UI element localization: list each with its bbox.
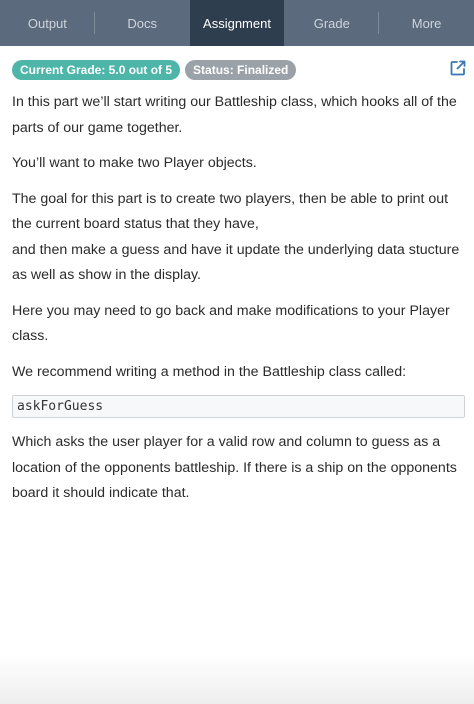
external-link-icon[interactable] bbox=[449, 59, 467, 77]
tab-assignment[interactable]: Assignment bbox=[189, 0, 285, 46]
status-badge: Status: Finalized bbox=[185, 60, 297, 80]
tab-output-label: Output bbox=[27, 15, 67, 31]
paragraph-goal: The goal for this part is to create two … bbox=[12, 187, 467, 289]
tab-grade-label: Grade bbox=[313, 15, 350, 31]
paragraph-intro: In this part we’ll start writing our Bat… bbox=[12, 94, 457, 136]
tab-grade[interactable]: Grade bbox=[284, 0, 380, 46]
assignment-page: Output Docs Assignment Grade More Curren… bbox=[0, 0, 474, 704]
tab-more-label: More bbox=[411, 15, 442, 31]
goal-line-1: The goal for this part is to create two … bbox=[12, 190, 449, 233]
tab-assignment-label: Assignment bbox=[203, 15, 271, 31]
tab-docs[interactable]: Docs bbox=[95, 0, 190, 46]
badge-row: Current Grade: 5.0 out of 5 Status: Fina… bbox=[12, 60, 297, 80]
code-snippet: askForGuess bbox=[12, 395, 465, 418]
tab-output[interactable]: Output bbox=[0, 0, 95, 46]
tab-docs-label: Docs bbox=[127, 15, 157, 31]
tab-more[interactable]: More bbox=[379, 0, 474, 46]
assignment-content: In this part we’ll start writing our Bat… bbox=[12, 90, 467, 517]
paragraph-recommend: We recommend writing a method in the Bat… bbox=[12, 363, 407, 380]
bottom-fade bbox=[0, 654, 474, 704]
grade-badge: Current Grade: 5.0 out of 5 bbox=[12, 60, 181, 80]
goal-line-2: and then make a guess and have it update… bbox=[12, 241, 460, 284]
paragraph-ask-for-guess: Which asks the user player for a valid r… bbox=[12, 434, 457, 501]
paragraph-players: You’ll want to make two Player objects. bbox=[12, 155, 257, 171]
tab-bar: Output Docs Assignment Grade More bbox=[0, 0, 474, 46]
paragraph-modifications: Here you may need to go back and make mo… bbox=[12, 302, 450, 345]
